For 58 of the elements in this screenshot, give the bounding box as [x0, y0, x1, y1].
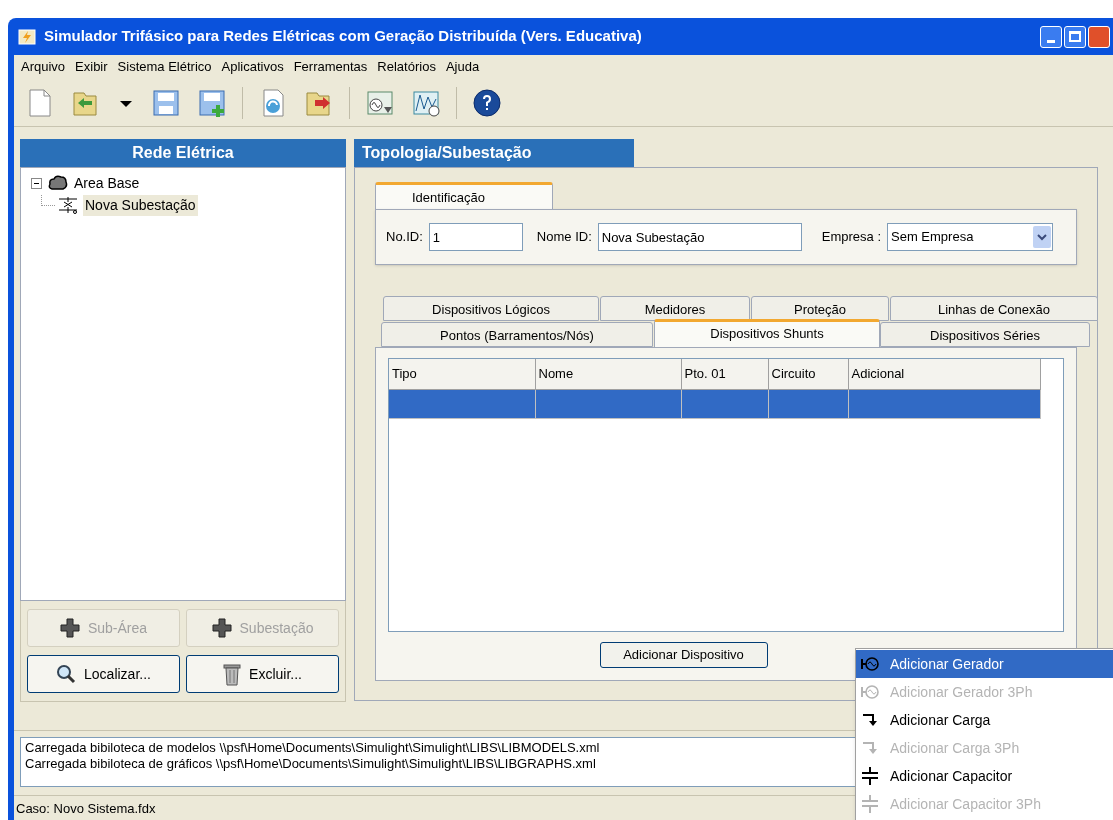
capacitor-icon [860, 767, 880, 785]
tab[interactable]: Dispositivos Lógicos [383, 296, 599, 321]
menu-item[interactable]: Aplicativos [221, 57, 284, 77]
tree-item[interactable]: Area Base [72, 172, 142, 194]
load-arrow-icon [860, 740, 880, 756]
column-header[interactable]: Pto. 01 [681, 359, 768, 389]
menu-item[interactable]: Adicionar Carga [856, 706, 1113, 734]
menu-item[interactable]: Adicionar Capacitor [856, 762, 1113, 790]
status-text: Caso: Novo Sistema.fdx [16, 799, 156, 818]
log-line: Carregada bibiloteca de modelos \\psf\Home\Documents\Simulight\Simulight\LIBS\LIBMODELS.xml [25, 740, 600, 756]
cloud-icon [48, 175, 68, 191]
side-button[interactable]: Excluir... [186, 655, 339, 693]
capacitor-icon [860, 795, 880, 813]
minimize-button[interactable] [1040, 25, 1062, 48]
column-header[interactable]: Circuito [768, 359, 848, 389]
menu-item[interactable]: Exibir [75, 57, 108, 77]
log-line: Carregada bibiloteca de gráficos \\psf\Home\Documents\Simulight\Simulight\LIBS\LIBGRAPHS.xml [25, 756, 596, 772]
substation-icon [57, 196, 79, 214]
text-field[interactable]: 1 [428, 223, 523, 251]
generator-icon [860, 656, 880, 672]
menu-item[interactable]: Adicionar Gerador [856, 650, 1113, 678]
group-tab[interactable]: Identificação [375, 182, 553, 209]
generator-icon [860, 684, 880, 700]
menu-item[interactable]: Arquivo [21, 57, 66, 77]
trash-icon [223, 662, 242, 686]
menu-item[interactable]: Relatórios [377, 57, 436, 77]
tab[interactable]: Pontos (Barramentos/Nós) [381, 322, 653, 347]
menu-item[interactable]: Sistema Elétrico [117, 57, 212, 77]
tab[interactable]: Proteção [751, 296, 889, 321]
tab[interactable]: Dispositivos Séries [880, 322, 1090, 347]
field-label: Empresa : [821, 228, 881, 247]
company-dropdown[interactable]: Sem Empresa [887, 223, 1053, 251]
chevron-down-icon [1033, 226, 1051, 248]
field-label: Nome ID: [536, 228, 592, 247]
tab[interactable]: Dispositivos Shunts [654, 319, 880, 347]
column-header[interactable]: Nome [535, 359, 681, 389]
text-field[interactable]: Nova Subestação [597, 223, 802, 251]
column-header[interactable]: Tipo [389, 359, 535, 389]
collapse-toggle[interactable] [31, 177, 42, 189]
panel-header: Rede Elétrica [20, 139, 346, 167]
tab[interactable]: Linhas de Conexão [890, 296, 1098, 321]
plus-icon [59, 618, 80, 638]
plus-icon [211, 618, 232, 638]
help-icon[interactable] [471, 86, 503, 119]
close-button[interactable] [1088, 25, 1110, 48]
menu-item[interactable]: Ferramentas [293, 57, 368, 77]
menu-item[interactable]: Ajuda [445, 57, 480, 77]
maximize-button[interactable] [1064, 25, 1086, 48]
tree-item[interactable]: Nova Subestação [83, 194, 198, 216]
load-arrow-icon [860, 712, 880, 728]
column-header[interactable]: Adicional [848, 359, 1040, 389]
add-device-button[interactable]: Adicionar Dispositivo [599, 642, 768, 668]
search-icon [56, 664, 77, 684]
tab[interactable]: Medidores [600, 296, 750, 321]
side-button[interactable]: Localizar... [27, 655, 180, 693]
window-title: Simulador Trifásico para Redes Elétricas com Geração Distribuída (Vers. Educativa) [44, 26, 642, 47]
app-icon [18, 28, 36, 45]
field-label: No.ID: [386, 228, 423, 247]
